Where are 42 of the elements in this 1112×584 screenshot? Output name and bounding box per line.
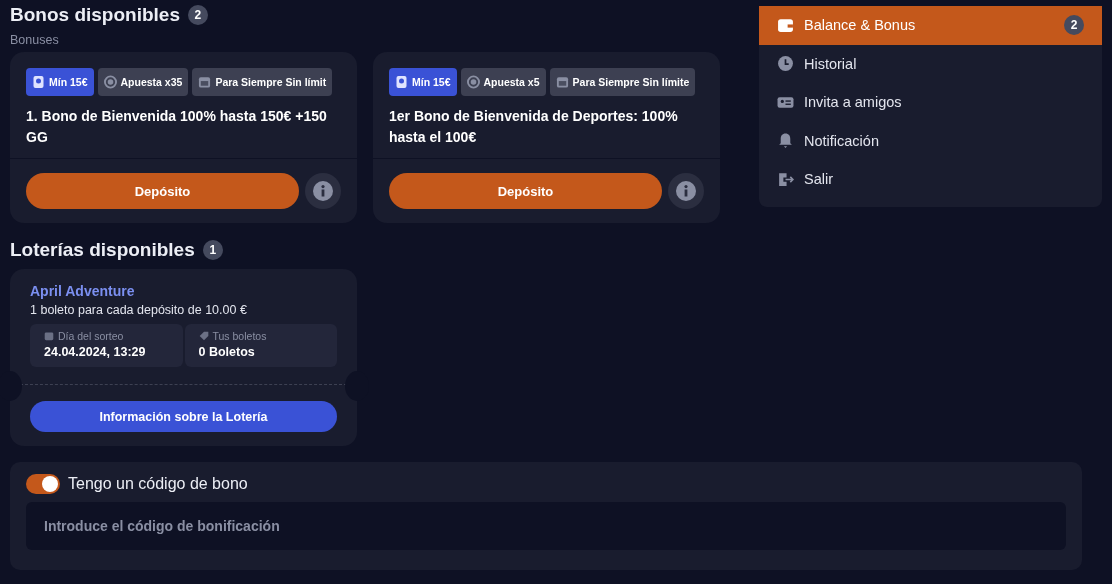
wallet-icon <box>777 16 794 34</box>
info-icon <box>313 181 333 201</box>
info-icon <box>676 181 696 201</box>
lottery-name: April Adventure <box>30 283 136 299</box>
lottery-description: 1 boleto para cada depósito de 10.00 € <box>30 303 248 317</box>
stat-value: 0 Boletos <box>198 345 256 359</box>
stat-label: Día del sorteo <box>58 330 124 342</box>
chip-icon <box>103 75 117 89</box>
bonus-tag: Mín 15€ <box>26 68 94 96</box>
toggle-switch[interactable] <box>26 474 60 494</box>
bonus-title: 1er Bono de Bienvenida de Deportes: 100% hasta el 100€ <box>388 107 679 147</box>
bonus-tag: Apuesta x35 <box>97 68 189 96</box>
stat-value: 24.04.2024, 13:29 <box>44 345 147 359</box>
deposit-button[interactable]: Depósito <box>26 173 299 209</box>
lottery-info-button[interactable]: Información sobre la Lotería <box>30 401 337 432</box>
deposit-button[interactable]: Depósito <box>389 173 662 209</box>
stat-label: Tus boletos <box>212 330 267 342</box>
menu-item[interactable]: Historial <box>759 44 1102 83</box>
clock-icon <box>777 55 794 73</box>
menu-item[interactable]: Balance & Bonus 2 <box>759 6 1102 45</box>
count-badge: 1 <box>202 240 223 260</box>
menu-item[interactable]: Salir <box>759 160 1102 199</box>
count-badge: 2 <box>1064 15 1084 36</box>
info-button[interactable] <box>305 173 341 209</box>
bonus-tag: Para Siempre Sin límite <box>549 68 696 96</box>
section-title: Loterías disponibles <box>10 239 195 261</box>
bell-icon <box>777 132 794 150</box>
info-button[interactable] <box>668 173 704 209</box>
menu-item[interactable]: Notificación <box>759 121 1102 160</box>
exit-icon <box>777 170 794 188</box>
menu-item[interactable]: Invita a amigos <box>759 83 1102 122</box>
section-subtitle: Bonuses <box>10 33 60 47</box>
section-title: Bonos disponibles <box>10 4 180 26</box>
bonus-tag: Mín 15€ <box>389 68 457 96</box>
bonus-tag: Para Siempre Sin límit <box>192 68 333 96</box>
toggle-label: Tengo un código de bono <box>68 475 248 493</box>
chip-icon <box>466 75 480 89</box>
bonus-title: 1. Bono de Bienvenida 100% hasta 150€ +150 GG <box>25 107 328 147</box>
tag-icon <box>198 331 209 341</box>
bonus-code-field[interactable]: Introduce el código de bonificación <box>26 502 1066 550</box>
count-badge: 2 <box>187 5 208 25</box>
bonus-tag: Apuesta x5 <box>460 68 546 96</box>
